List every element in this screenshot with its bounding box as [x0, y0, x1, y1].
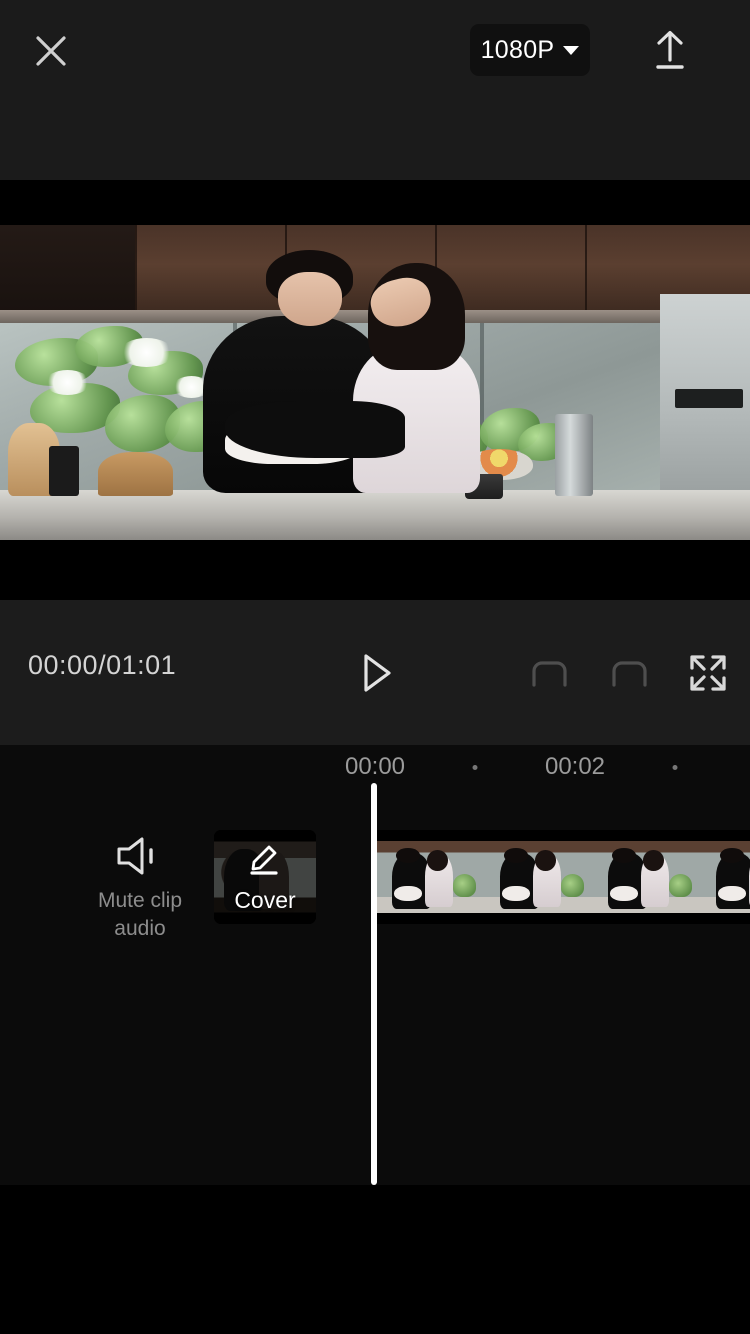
close-x-icon — [36, 36, 66, 66]
undo-button[interactable] — [521, 646, 577, 700]
filmstrip-frame — [593, 830, 701, 924]
filmstrip-frames — [377, 830, 750, 924]
pencil-edit-icon — [245, 840, 285, 881]
ruler-tick-dot-3 — [672, 765, 678, 770]
resolution-selector[interactable]: 1080P — [470, 24, 590, 76]
cover-thumbnail-button[interactable]: Cover — [214, 830, 316, 924]
mute-clip-audio-label: Mute clip audio — [97, 889, 183, 940]
editor-screen: 1080P 00:00/01:01 00:00 00:02 Mute clip … — [0, 0, 750, 1334]
cover-label: Cover — [234, 887, 296, 913]
top-bar: 1080P — [0, 0, 750, 180]
mute-clip-audio-button[interactable]: Mute clip audio — [78, 835, 202, 943]
ruler-tick-2: 00:02 — [544, 753, 606, 780]
filmstrip-frame — [701, 830, 750, 924]
video-preview[interactable] — [0, 180, 750, 600]
export-button[interactable] — [642, 22, 698, 78]
filmstrip-frame — [377, 830, 485, 924]
export-upload-icon — [656, 30, 684, 69]
bottom-toolbar: A+ Add text A Text template — [0, 1185, 750, 1334]
redo-button[interactable] — [601, 646, 657, 700]
play-button[interactable] — [345, 644, 405, 702]
video-frame — [0, 225, 750, 540]
clip-filmstrip[interactable] — [377, 830, 750, 924]
speaker-volume-icon — [117, 837, 153, 875]
close-button[interactable] — [24, 24, 78, 78]
timeline-ruler[interactable]: 00:00 00:02 — [0, 745, 750, 787]
playback-control-bar: 00:00/01:01 — [0, 600, 750, 745]
chevron-down-icon — [563, 45, 580, 55]
timecode-display: 00:00/01:01 — [28, 650, 177, 680]
resolution-label: 1080P — [480, 35, 555, 64]
fullscreen-button[interactable] — [681, 646, 735, 700]
ruler-tick-0: 00:00 — [344, 753, 406, 780]
undo-icon — [532, 661, 567, 687]
ruler-tick-dot-1 — [472, 765, 478, 770]
preview-scene-image — [0, 225, 750, 540]
play-icon — [364, 654, 391, 692]
redo-icon — [612, 661, 647, 687]
filmstrip-frame — [485, 830, 593, 924]
timeline[interactable]: 00:00 00:02 Mute clip audio Cover — [0, 745, 750, 1185]
fullscreen-expand-icon — [690, 655, 726, 691]
